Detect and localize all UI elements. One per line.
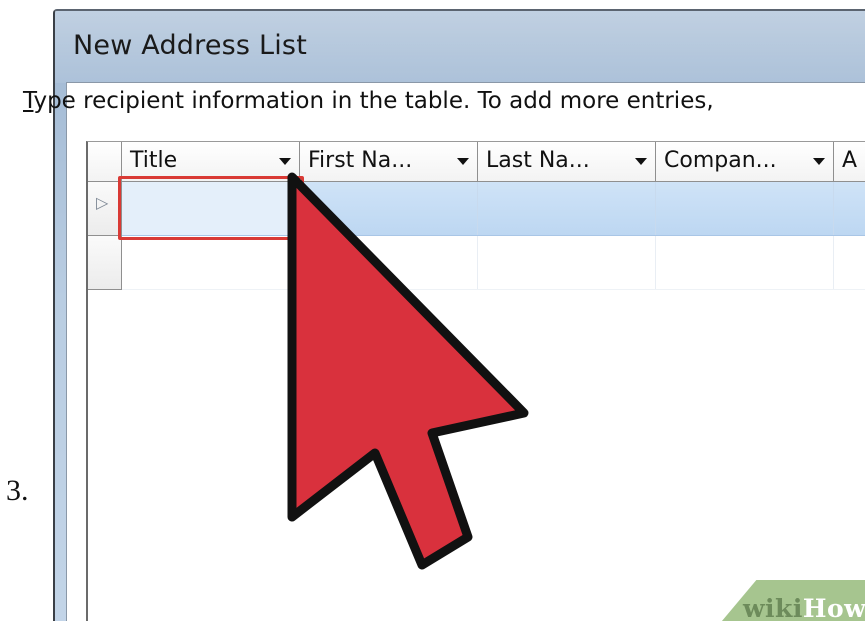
row-pointer-icon: ▷ xyxy=(96,195,109,212)
column-header-label: A xyxy=(842,148,858,173)
row-selector-2[interactable] xyxy=(88,236,122,290)
column-header-label: Title xyxy=(130,148,178,173)
cursor-arrow-icon xyxy=(287,172,529,570)
cell-company[interactable] xyxy=(656,236,834,289)
screenshot-stage: 3. New Address List Type recipient infor… xyxy=(0,0,865,621)
cell-address[interactable] xyxy=(834,236,865,289)
dropdown-arrow-icon[interactable] xyxy=(279,158,291,165)
watermark-wiki: wiki xyxy=(743,594,803,621)
instructions-mnemonic: T xyxy=(23,88,34,114)
dialog-title: New Address List xyxy=(73,30,307,61)
column-header-address[interactable]: A xyxy=(834,142,865,181)
watermark-logo: wikiHow xyxy=(743,594,865,621)
dropdown-arrow-icon[interactable] xyxy=(457,158,469,165)
instructions-rest: ype recipient information in the table. … xyxy=(33,88,714,114)
column-header-company[interactable]: Compan... xyxy=(656,142,834,181)
cell-address[interactable] xyxy=(834,182,865,235)
step-number: 3. xyxy=(6,474,29,507)
watermark-how: How xyxy=(802,594,865,621)
header-corner[interactable] xyxy=(88,142,122,181)
row-selector-1[interactable]: ▷ xyxy=(88,182,122,236)
instructions-text: Type recipient information in the table.… xyxy=(23,88,714,114)
cell-company[interactable] xyxy=(656,182,834,235)
dropdown-arrow-icon[interactable] xyxy=(635,158,647,165)
dropdown-arrow-icon[interactable] xyxy=(813,158,825,165)
column-header-label: Compan... xyxy=(664,148,777,173)
